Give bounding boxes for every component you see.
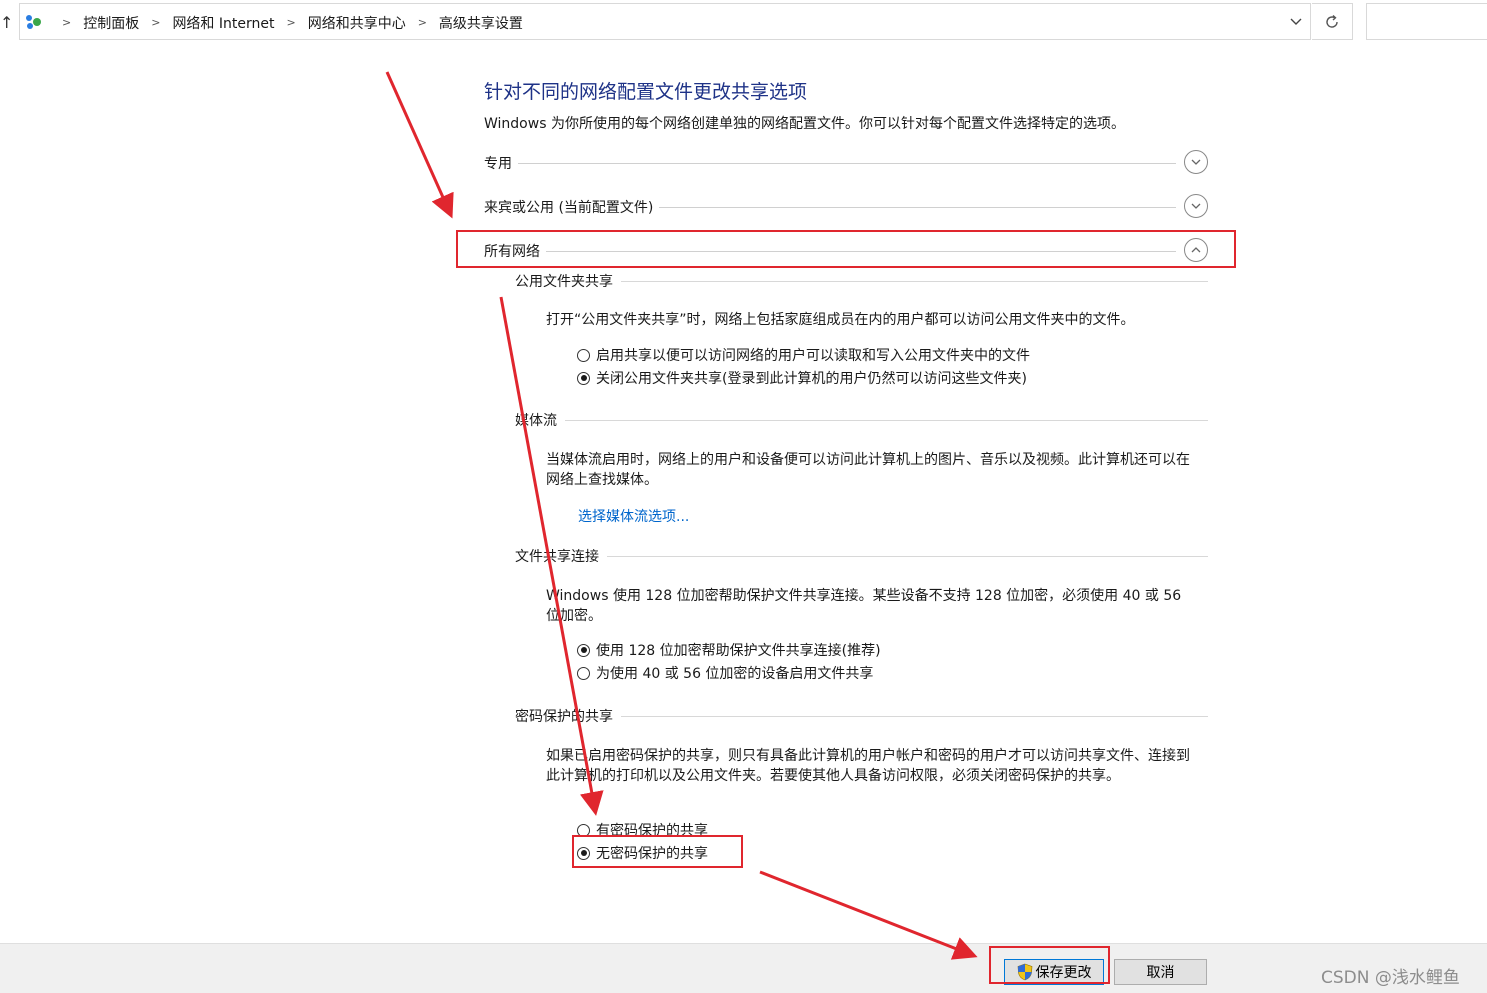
- annotation-box-save: [989, 946, 1110, 984]
- radio-40-56bit[interactable]: 为使用 40 或 56 位加密的设备启用文件共享: [577, 663, 873, 683]
- chevron-right-icon: >: [62, 16, 72, 29]
- chevron-right-icon[interactable]: >: [286, 16, 295, 29]
- radio-button[interactable]: [577, 348, 590, 362]
- radio-label[interactable]: 启用共享以便可以访问网络的用户可以读取和写入公用文件夹中的文件: [596, 345, 1030, 365]
- page-title: 针对不同的网络配置文件更改共享选项: [484, 81, 808, 103]
- radio-button[interactable]: [577, 643, 590, 657]
- expand-button[interactable]: [1184, 150, 1208, 174]
- up-arrow-icon[interactable]: ↑: [0, 12, 14, 34]
- search-input[interactable]: [1366, 3, 1487, 40]
- section-heading-label: 文件共享连接: [515, 546, 607, 566]
- section-public-folder-heading: 公用文件夹共享: [515, 271, 1208, 291]
- profile-private[interactable]: 专用: [484, 150, 1210, 176]
- divider: [515, 420, 1208, 421]
- chevron-down-icon: [1191, 159, 1201, 165]
- radio-public-folder-off[interactable]: 关闭公用文件夹共享(登录到此计算机的用户仍然可以访问这些文件夹): [577, 368, 1027, 388]
- profile-guest-public[interactable]: 来宾或公用 (当前配置文件): [484, 194, 1210, 220]
- chevron-right-icon[interactable]: >: [151, 16, 160, 29]
- section-media-heading: 媒体流: [515, 410, 1208, 430]
- radio-label[interactable]: 为使用 40 或 56 位加密的设备启用文件共享: [596, 663, 873, 683]
- section-heading-label: 媒体流: [515, 410, 565, 430]
- divider: [515, 556, 1208, 557]
- expand-button[interactable]: [1184, 194, 1208, 218]
- refresh-icon: [1326, 14, 1338, 28]
- file-sharing-description: Windows 使用 128 位加密帮助保护文件共享连接。某些设备不支持 128…: [546, 588, 1182, 624]
- radio-128bit[interactable]: 使用 128 位加密帮助保护文件共享连接(推荐): [577, 640, 881, 660]
- section-password-heading: 密码保护的共享: [515, 706, 1208, 726]
- radio-public-folder-on[interactable]: 启用共享以便可以访问网络的用户可以读取和写入公用文件夹中的文件: [577, 345, 1030, 365]
- radio-button[interactable]: [577, 666, 590, 680]
- public-folder-description: 打开“公用文件夹共享”时，网络上包括家庭组成员在内的用户都可以访问公用文件夹中的…: [546, 312, 1135, 328]
- cancel-button[interactable]: 取消: [1114, 959, 1207, 985]
- section-heading-label: 密码保护的共享: [515, 706, 621, 726]
- chevron-down-icon[interactable]: [1288, 13, 1304, 29]
- refresh-button[interactable]: [1312, 3, 1353, 40]
- breadcrumb: > 控制面板 > 网络和 Internet > 网络和共享中心 > 高级共享设置: [50, 4, 523, 41]
- annotation-box-all-networks: [456, 230, 1236, 268]
- breadcrumb-network-sharing-center[interactable]: 网络和共享中心: [308, 13, 406, 33]
- address-bar[interactable]: > 控制面板 > 网络和 Internet > 网络和共享中心 > 高级共享设置: [19, 3, 1311, 40]
- breadcrumb-advanced-sharing[interactable]: 高级共享设置: [439, 13, 523, 33]
- breadcrumb-control-panel[interactable]: 控制面板: [83, 13, 139, 33]
- profile-label: 专用: [484, 153, 518, 173]
- radio-label[interactable]: 使用 128 位加密帮助保护文件共享连接(推荐): [596, 640, 881, 660]
- annotation-arrow: [385, 71, 454, 219]
- chevron-down-icon: [1191, 203, 1201, 209]
- media-options-link[interactable]: 选择媒体流选项...: [578, 506, 689, 526]
- section-file-sharing-heading: 文件共享连接: [515, 546, 1208, 566]
- annotation-box-no-password: [572, 835, 743, 868]
- watermark: CSDN @浅水鲤鱼: [1321, 968, 1460, 988]
- radio-label[interactable]: 关闭公用文件夹共享(登录到此计算机的用户仍然可以访问这些文件夹): [596, 368, 1027, 388]
- media-description: 当媒体流启用时，网络上的用户和设备便可以访问此计算机上的图片、音乐以及视频。此计…: [546, 452, 1190, 488]
- radio-button[interactable]: [577, 371, 590, 385]
- password-description: 如果已启用密码保护的共享，则只有具备此计算机的用户帐户和密码的用户才可以访问共享…: [546, 748, 1190, 784]
- page-description: Windows 为你所使用的每个网络创建单独的网络配置文件。你可以针对每个配置文…: [484, 116, 1125, 132]
- network-icon: [26, 15, 41, 29]
- divider: [484, 163, 1176, 164]
- section-heading-label: 公用文件夹共享: [515, 271, 621, 291]
- cancel-button-label: 取消: [1146, 965, 1175, 981]
- profile-label: 来宾或公用 (当前配置文件): [484, 197, 660, 217]
- annotation-arrows: [385, 71, 978, 960]
- chevron-right-icon[interactable]: >: [418, 16, 427, 29]
- breadcrumb-network-internet[interactable]: 网络和 Internet: [172, 13, 274, 33]
- footer-bar: 保存更改 取消: [0, 943, 1487, 993]
